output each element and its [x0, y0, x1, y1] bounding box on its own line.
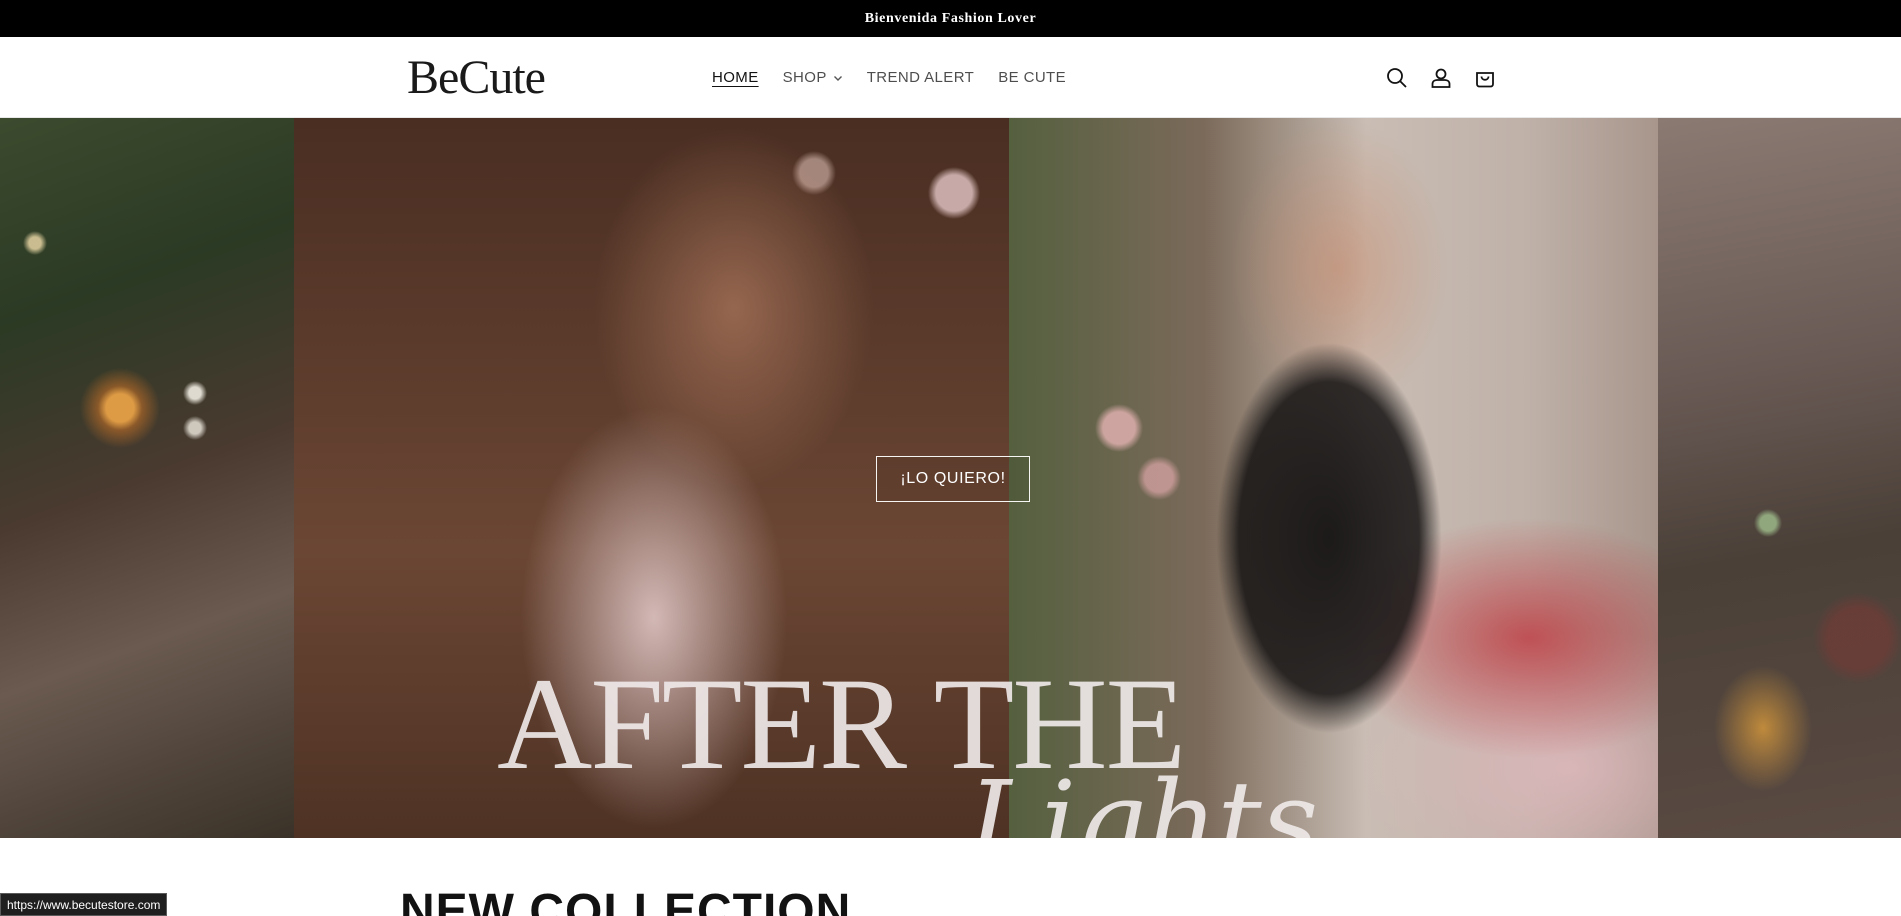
- main-nav: HOME SHOP TREND ALERT BE CUTE: [712, 37, 1078, 118]
- hero-script-title: Lights: [968, 766, 1319, 838]
- nav-be-cute[interactable]: BE CUTE: [986, 69, 1078, 86]
- announcement-bar: Bienvenida Fashion Lover: [0, 0, 1901, 37]
- search-icon: [1387, 67, 1407, 88]
- chevron-down-icon: [833, 75, 842, 81]
- nav-shop-label: SHOP: [782, 69, 827, 86]
- account-icon: [1431, 68, 1451, 88]
- cart-icon: [1476, 71, 1494, 87]
- site-header: BeCute HOME SHOP TREND ALERT BE CUTE: [0, 37, 1901, 118]
- lo-quiero-button[interactable]: ¡LO QUIERO!: [876, 456, 1030, 502]
- section-title: NEW COLLECTION: [400, 885, 852, 916]
- hero-image-left-edge: [0, 118, 294, 838]
- nav-be-cute-label: BE CUTE: [998, 69, 1067, 86]
- cart-button[interactable]: [1472, 65, 1498, 91]
- search-button[interactable]: [1384, 65, 1410, 91]
- status-bar-url: https://www.becutestore.com: [0, 893, 168, 916]
- site-logo[interactable]: BeCute: [407, 54, 546, 102]
- nav-home-label: HOME: [712, 69, 759, 86]
- nav-shop[interactable]: SHOP: [771, 69, 855, 86]
- account-button[interactable]: [1428, 65, 1454, 91]
- nav-trend-alert-label: TREND ALERT: [866, 69, 975, 86]
- header-icons: [1384, 37, 1498, 118]
- nav-trend-alert[interactable]: TREND ALERT: [855, 69, 986, 86]
- hero-image-right-edge: [1658, 118, 1901, 838]
- nav-home[interactable]: HOME: [712, 69, 771, 86]
- announcement-text: Bienvenida Fashion Lover: [864, 10, 1037, 26]
